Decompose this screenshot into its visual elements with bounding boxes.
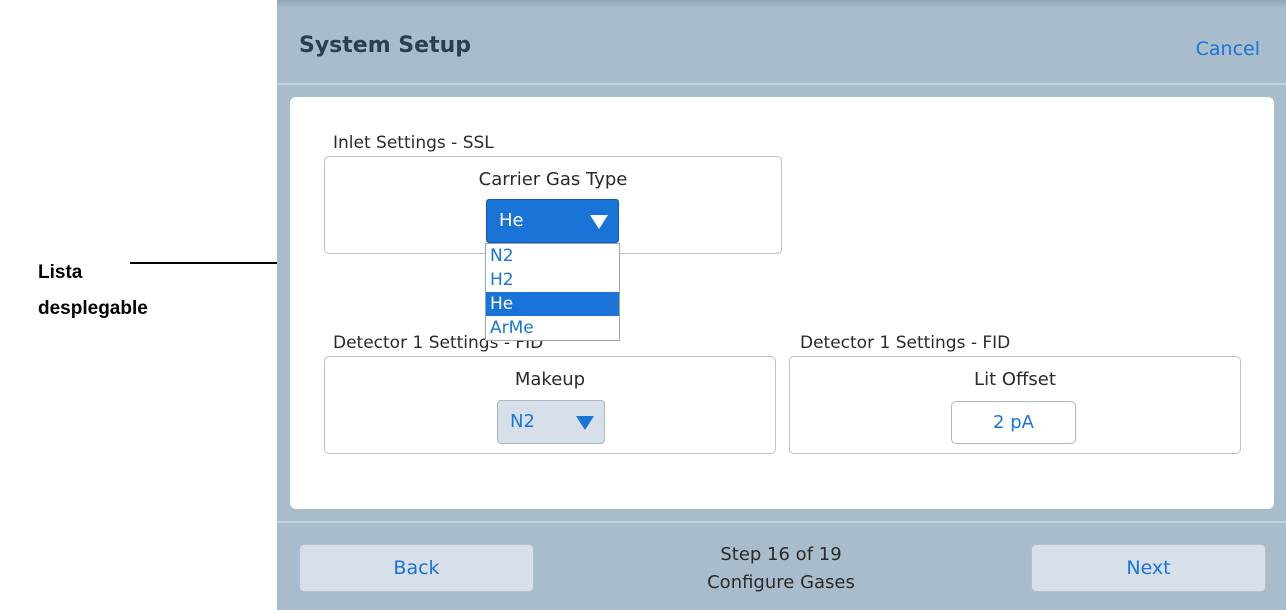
makeup-label: Makeup bbox=[514, 369, 586, 390]
back-button[interactable]: Back bbox=[299, 544, 534, 592]
footer-divider bbox=[277, 521, 1286, 523]
detector-lit-group-label: Detector 1 Settings - FID bbox=[800, 333, 1011, 353]
callout-line1: Lista bbox=[38, 262, 83, 283]
dropdown-option-h2[interactable]: H2 bbox=[486, 268, 619, 292]
callout-label: Lista desplegable bbox=[38, 255, 148, 327]
page-title: System Setup bbox=[299, 33, 471, 58]
dropdown-option-he[interactable]: He bbox=[486, 292, 619, 316]
next-button[interactable]: Next bbox=[1031, 544, 1266, 592]
makeup-value: N2 bbox=[510, 411, 535, 432]
system-setup-screen: System Setup Cancel Back Step 16 of 19 C… bbox=[277, 0, 1286, 610]
dropdown-option-arme[interactable]: ArMe bbox=[486, 316, 619, 340]
callout-line2: desplegable bbox=[38, 298, 148, 319]
dropdown-option-n2[interactable]: N2 bbox=[486, 244, 619, 268]
lit-offset-label: Lit Offset bbox=[974, 369, 1056, 390]
carrier-gas-select[interactable]: He bbox=[486, 199, 619, 243]
cancel-button[interactable]: Cancel bbox=[1196, 38, 1260, 60]
carrier-gas-value: He bbox=[499, 210, 524, 231]
step-counter: Step 16 of 19 bbox=[720, 544, 842, 565]
makeup-select[interactable]: N2 bbox=[497, 400, 605, 444]
lit-offset-input[interactable]: 2 pA bbox=[951, 401, 1076, 444]
dropdown-arrow-icon bbox=[576, 416, 594, 430]
header-divider bbox=[277, 83, 1286, 85]
step-info: Step 16 of 19 Configure Gases bbox=[651, 541, 911, 597]
carrier-gas-label: Carrier Gas Type bbox=[478, 169, 628, 190]
inlet-group-label: Inlet Settings - SSL bbox=[333, 133, 494, 153]
dropdown-arrow-icon bbox=[590, 215, 608, 229]
step-title: Configure Gases bbox=[707, 572, 855, 593]
top-strip bbox=[277, 0, 1286, 8]
carrier-gas-dropdown-list: N2 H2 He ArMe bbox=[485, 243, 620, 341]
